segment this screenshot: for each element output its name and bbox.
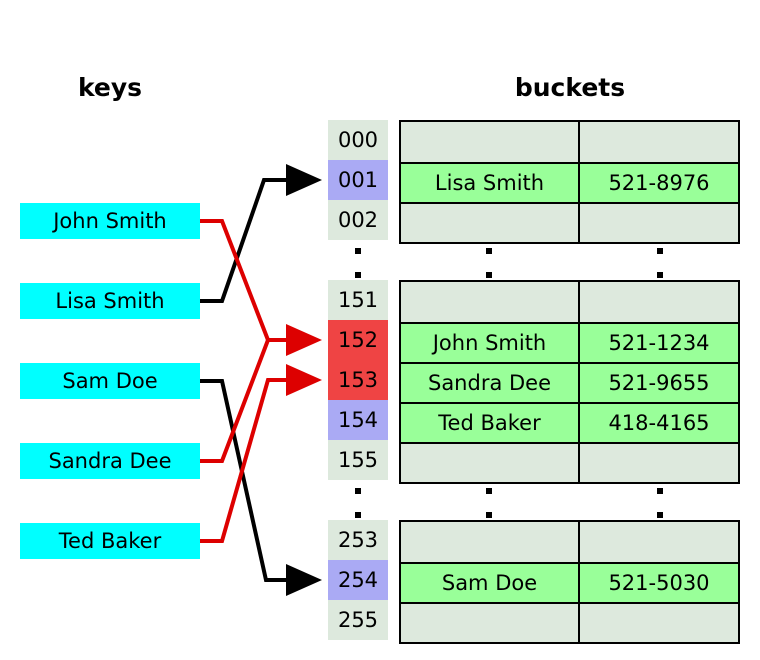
table-row[interactable] — [401, 282, 738, 322]
table-row[interactable]: John Smith 521-1234 — [401, 322, 738, 362]
bucket-name-cell: John Smith — [401, 324, 580, 362]
table-row[interactable]: Ted Baker 418-4165 — [401, 402, 738, 442]
table-row[interactable] — [401, 202, 738, 242]
bucket-name-cell — [401, 444, 580, 482]
index-cell-155: 155 — [328, 440, 388, 480]
key-box-ted-baker[interactable]: Ted Baker — [20, 523, 200, 559]
bucket-phone-cell: 418-4165 — [608, 411, 710, 435]
index-cell-254: 254 — [328, 560, 388, 600]
table-row[interactable]: Sandra Dee 521-9655 — [401, 362, 738, 402]
bucket-name-cell — [401, 122, 580, 162]
bucket-phone-cell — [580, 604, 738, 642]
table-row[interactable] — [401, 522, 738, 562]
index-cell-000: 000 — [328, 120, 388, 160]
vertical-ellipsis-icon — [479, 248, 499, 278]
table-row[interactable]: Lisa Smith 521-8976 — [401, 162, 738, 202]
keys-heading: keys — [77, 73, 143, 102]
key-box-lisa-smith[interactable]: Lisa Smith — [20, 283, 200, 319]
vertical-ellipsis-icon — [650, 488, 670, 518]
wire-john-smith-to-152 — [200, 219, 270, 341]
index-cell-152: 152 — [328, 320, 388, 360]
bucket-name-cell: Sandra Dee — [401, 364, 580, 402]
index-cell-001: 001 — [328, 160, 388, 200]
key-box-sandra-dee[interactable]: Sandra Dee — [20, 443, 200, 479]
bucket-phone-cell — [580, 204, 738, 242]
bucket-group-151-155: John Smith 521-1234 Sandra Dee 521-9655 … — [399, 280, 740, 484]
table-row[interactable] — [401, 442, 738, 482]
bucket-name-cell: Sam Doe — [401, 564, 580, 602]
bucket-name-cell: Ted Baker — [401, 404, 580, 442]
index-cell-002: 002 — [328, 200, 388, 240]
bucket-name-cell — [401, 604, 580, 642]
bucket-name-cell: Lisa Smith — [401, 164, 580, 202]
bucket-phone-cell: 521-5030 — [608, 571, 710, 595]
bucket-phone-cell: 521-1234 — [608, 331, 710, 355]
vertical-ellipsis-icon — [650, 248, 670, 278]
index-cell-253: 253 — [328, 520, 388, 560]
key-box-john-smith[interactable]: John Smith — [20, 203, 200, 239]
bucket-phone-cell — [580, 282, 738, 322]
bucket-phone-cell — [580, 522, 738, 562]
bucket-phone-cell — [580, 444, 738, 482]
vertical-ellipsis-icon — [348, 248, 368, 278]
table-row[interactable] — [401, 602, 738, 642]
buckets-heading: buckets — [514, 73, 626, 102]
bucket-phone-cell: 521-8976 — [608, 171, 710, 195]
wire-sandra-dee-to-152 — [200, 339, 270, 463]
vertical-ellipsis-icon — [348, 488, 368, 518]
table-row[interactable] — [401, 122, 738, 162]
index-cell-153: 153 — [328, 360, 388, 400]
wire-sam-doe-to-254 — [200, 379, 322, 596]
bucket-phone-cell — [580, 122, 738, 162]
bucket-name-cell — [401, 522, 580, 562]
vertical-ellipsis-icon — [479, 488, 499, 518]
hash-table-diagram: keys buckets John Smith Lisa Smith Sam D… — [0, 0, 760, 660]
wire-lisa-smith-to-001 — [200, 164, 322, 303]
index-cell-154: 154 — [328, 400, 388, 440]
bucket-name-cell — [401, 204, 580, 242]
key-box-sam-doe[interactable]: Sam Doe — [20, 363, 200, 399]
index-cell-255: 255 — [328, 600, 388, 640]
bucket-group-253-255: Sam Doe 521-5030 — [399, 520, 740, 644]
bucket-group-000-002: Lisa Smith 521-8976 — [399, 120, 740, 244]
bucket-phone-cell: 521-9655 — [608, 371, 710, 395]
index-cell-151: 151 — [328, 280, 388, 320]
bucket-name-cell — [401, 282, 580, 322]
table-row[interactable]: Sam Doe 521-5030 — [401, 562, 738, 602]
wire-ted-baker-to-153 — [200, 364, 322, 543]
